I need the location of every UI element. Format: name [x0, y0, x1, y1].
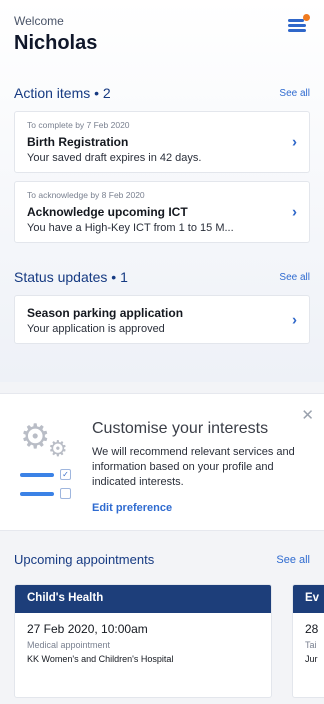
appointment-location: KK Women's and Children's Hospital: [27, 654, 174, 664]
action-item-description: Your saved draft expires in 42 days.: [27, 152, 202, 164]
action-item-card-birth-registration[interactable]: To complete by 7 Feb 2020 Birth Registra…: [14, 111, 310, 173]
action-item-card-acknowledge-ict[interactable]: To acknowledge by 8 Feb 2020 Acknowledge…: [14, 181, 310, 243]
close-icon[interactable]: ✕: [301, 406, 314, 424]
status-update-card-season-parking[interactable]: Season parking application Your applicat…: [14, 295, 310, 344]
appointment-details: 28 Tai Jur: [293, 613, 324, 673]
preference-line: [20, 492, 54, 496]
welcome-label: Welcome: [14, 14, 64, 28]
hamburger-menu-icon[interactable]: [288, 14, 310, 34]
notification-dot: [303, 14, 310, 21]
gear-icon: ⚙: [48, 436, 68, 461]
appointments-header: Upcoming appointments See all: [14, 552, 310, 567]
preference-line: [20, 473, 54, 477]
user-name: Nicholas: [14, 32, 98, 54]
checkbox-checked-icon: ✓: [60, 469, 71, 480]
appointment-type: Medical appointment: [27, 640, 111, 650]
appointment-category: Child's Health: [15, 585, 271, 613]
appointments-see-all-link[interactable]: See all: [276, 554, 310, 566]
action-item-deadline: To complete by 7 Feb 2020: [27, 120, 130, 130]
chevron-right-icon: ›: [292, 203, 297, 221]
chevron-right-icon: ›: [292, 311, 297, 328]
menu-bar: [288, 29, 306, 32]
appointment-category: Ev: [293, 585, 324, 613]
action-items-header: Action items • 2 See all: [14, 85, 310, 101]
status-updates-header: Status updates • 1 See all: [14, 269, 310, 285]
action-item-deadline: To acknowledge by 8 Feb 2020: [27, 190, 145, 200]
interests-description: We will recommend relevant services and …: [92, 446, 295, 488]
status-updates-see-all-link[interactable]: See all: [279, 272, 310, 283]
appointment-card-partial[interactable]: Ev 28 Tai Jur: [292, 584, 324, 698]
edit-preference-link[interactable]: Edit preference: [92, 502, 172, 514]
customise-interests-card: ✕ ⚙ ⚙ ✓ Customise your interests We will…: [0, 393, 324, 531]
home-header-area: Welcome Nicholas Action items • 2 See al…: [0, 0, 324, 382]
action-item-title: Acknowledge upcoming ICT: [27, 205, 188, 219]
interests-title: Customise your interests: [92, 420, 269, 437]
appointment-type: Tai: [305, 640, 317, 650]
appointment-card-childs-health[interactable]: Child's Health 27 Feb 2020, 10:00am Medi…: [14, 584, 272, 698]
gear-icon: ⚙: [20, 418, 51, 456]
menu-bar: [288, 19, 304, 22]
appointment-datetime: 28: [305, 622, 319, 636]
appointment-location: Jur: [305, 654, 318, 664]
action-items-title: Action items • 2: [14, 85, 111, 101]
action-item-title: Birth Registration: [27, 135, 129, 149]
action-item-description: You have a High-Key ICT from 1 to 15 M..…: [27, 222, 234, 234]
action-items-see-all-link[interactable]: See all: [279, 88, 310, 99]
status-update-title: Season parking application: [27, 306, 184, 320]
status-update-description: Your application is approved: [27, 323, 165, 335]
status-updates-title: Status updates • 1: [14, 269, 128, 285]
appointments-title: Upcoming appointments: [14, 552, 155, 567]
appointment-details: 27 Feb 2020, 10:00am Medical appointment…: [15, 613, 271, 673]
appointment-datetime: 27 Feb 2020, 10:00am: [27, 622, 148, 636]
interests-illustration: ⚙ ⚙ ✓: [20, 420, 82, 504]
menu-bar: [288, 24, 306, 27]
checkbox-empty-icon: [60, 488, 71, 499]
chevron-right-icon: ›: [292, 133, 297, 151]
